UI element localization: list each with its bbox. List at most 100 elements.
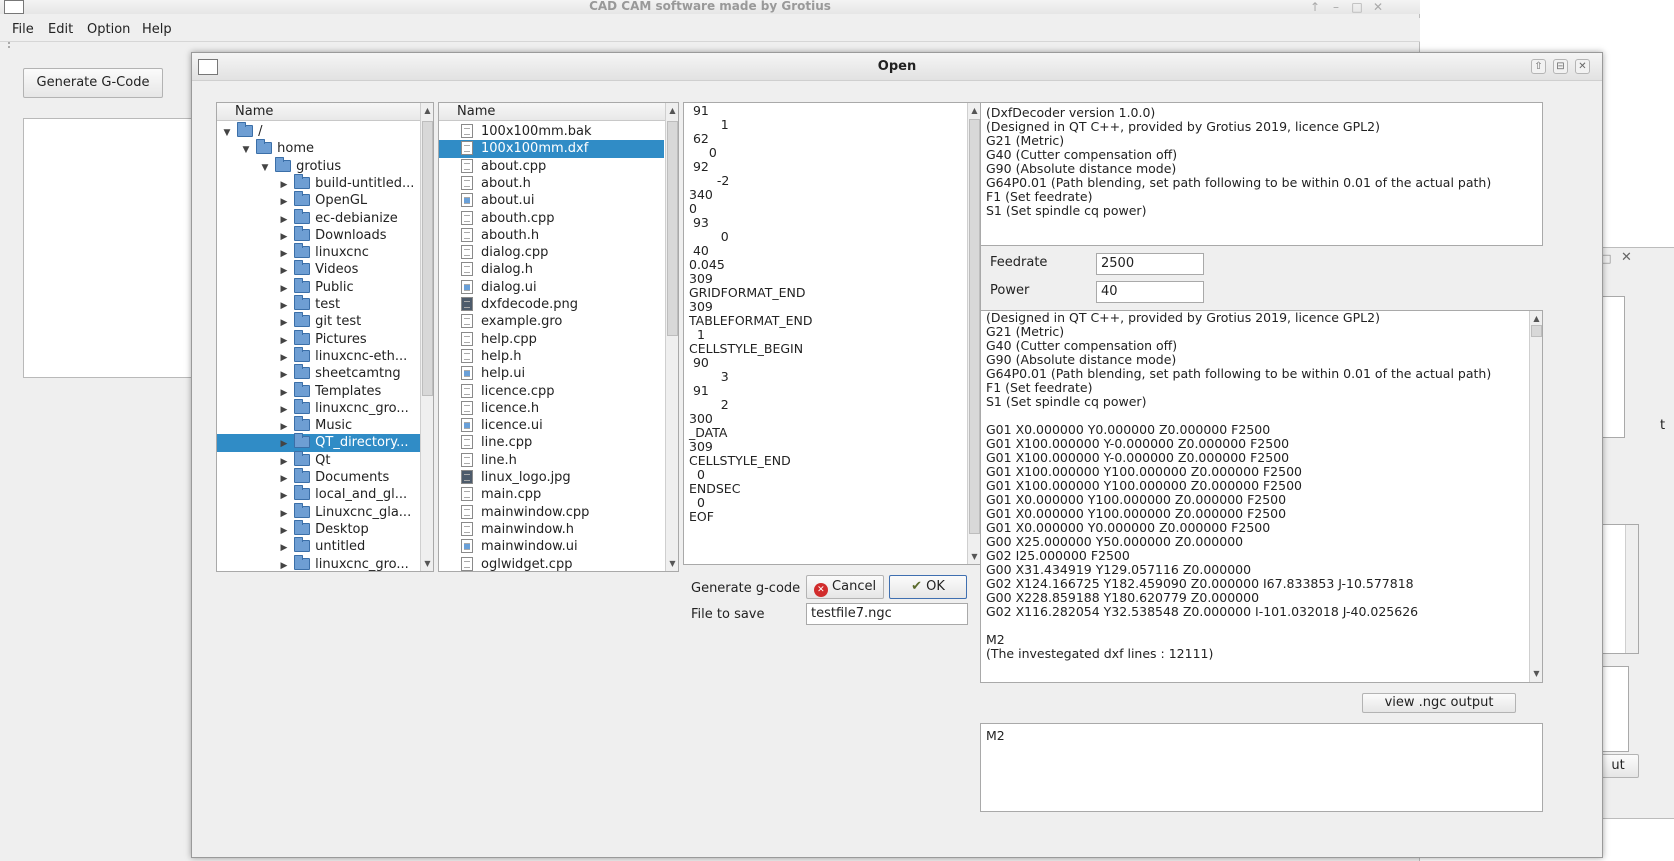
- collapsed-arrow-icon[interactable]: ▶: [278, 418, 290, 436]
- bg-close-icon[interactable]: ✕: [1621, 250, 1632, 265]
- file-item[interactable]: mainwindow.h: [439, 521, 664, 539]
- collapsed-arrow-icon[interactable]: ▶: [278, 505, 290, 523]
- file-list-scrollbar[interactable]: ▲ ▼: [665, 103, 678, 571]
- tree-item[interactable]: ▶ OpenGL: [217, 191, 420, 211]
- tree-item[interactable]: ▶ test: [217, 295, 420, 315]
- tree-item[interactable]: ▶ Templates: [217, 381, 420, 402]
- file-list-header[interactable]: Name: [439, 103, 666, 121]
- menu-help[interactable]: Help: [142, 22, 172, 37]
- tree-scrollbar[interactable]: ▲ ▼: [420, 103, 433, 571]
- tree-item[interactable]: ▼ home: [217, 139, 420, 159]
- scroll-down-icon[interactable]: ▼: [666, 558, 678, 570]
- file-item[interactable]: line.h: [439, 452, 664, 470]
- scroll-thumb[interactable]: [969, 119, 980, 534]
- collapsed-arrow-icon[interactable]: ▶: [278, 435, 290, 453]
- file-item[interactable]: dialog.ui: [439, 279, 664, 297]
- tree-item[interactable]: ▶ Videos: [217, 260, 420, 280]
- expanded-arrow-icon[interactable]: ▼: [221, 124, 233, 142]
- feedrate-input[interactable]: 2500: [1096, 253, 1204, 275]
- menu-option[interactable]: Option: [87, 22, 130, 37]
- file-item[interactable]: dialog.h: [439, 261, 664, 279]
- tree-item[interactable]: ▶ Music: [217, 416, 420, 436]
- file-item[interactable]: licence.cpp: [439, 383, 664, 401]
- tree-item[interactable]: ▶ local_and_gl...: [217, 485, 420, 505]
- scroll-thumb[interactable]: [667, 121, 678, 336]
- minimize-icon[interactable]: –: [1327, 0, 1345, 14]
- file-to-save-input[interactable]: testfile7.ngc: [806, 603, 968, 625]
- collapsed-arrow-icon[interactable]: ▶: [278, 470, 290, 488]
- file-item[interactable]: oglwidget.cpp: [439, 556, 664, 571]
- collapsed-arrow-icon[interactable]: ▶: [278, 262, 290, 280]
- dialog-maximize-icon[interactable]: ⊟: [1553, 59, 1568, 74]
- collapsed-arrow-icon[interactable]: ▶: [278, 349, 290, 367]
- dxf-scrollbar[interactable]: ▲ ▼: [967, 103, 980, 564]
- expanded-arrow-icon[interactable]: ▼: [240, 141, 252, 159]
- file-item[interactable]: 100x100mm.dxf: [439, 140, 664, 159]
- tree-item[interactable]: ▶ Downloads: [217, 225, 420, 245]
- file-item[interactable]: main.cpp: [439, 486, 664, 504]
- file-item[interactable]: about.h: [439, 175, 664, 193]
- dialog-close-icon[interactable]: ✕: [1575, 59, 1590, 74]
- tree-item[interactable]: ▶ git test: [217, 312, 420, 332]
- view-ngc-output-button[interactable]: view .ngc output: [1362, 693, 1516, 713]
- file-item[interactable]: linux_logo.jpg: [439, 469, 664, 487]
- file-item[interactable]: help.ui: [439, 365, 664, 383]
- cancel-button[interactable]: ✕ Cancel: [806, 575, 884, 599]
- tree-item[interactable]: ▶ Desktop: [217, 519, 420, 540]
- gcode-scrollbar[interactable]: ▲ ▼: [1529, 311, 1542, 682]
- file-item[interactable]: mainwindow.ui: [439, 538, 664, 556]
- file-item[interactable]: abouth.cpp: [439, 210, 664, 228]
- file-item[interactable]: licence.ui: [439, 417, 664, 435]
- collapsed-arrow-icon[interactable]: ▶: [278, 522, 290, 540]
- keep-above-icon[interactable]: ↑: [1306, 0, 1324, 14]
- collapsed-arrow-icon[interactable]: ▶: [278, 366, 290, 384]
- tree-item[interactable]: ▶ Documents: [217, 468, 420, 488]
- directory-tree[interactable]: Name ▼ / ▼ home ▼ grotius ▶ build-untitled.…: [216, 102, 434, 572]
- generate-gcode-button[interactable]: Generate G-Code: [23, 68, 163, 98]
- scroll-thumb[interactable]: [1531, 325, 1542, 337]
- collapsed-arrow-icon[interactable]: ▶: [278, 401, 290, 419]
- footer-text-view[interactable]: M2: [980, 723, 1543, 812]
- tree-item[interactable]: ▶ linuxcnc_gro...: [217, 398, 420, 419]
- collapsed-arrow-icon[interactable]: ▶: [278, 245, 290, 263]
- file-item[interactable]: help.cpp: [439, 331, 664, 349]
- scroll-down-icon[interactable]: ▼: [421, 558, 433, 570]
- scroll-up-icon[interactable]: ▲: [421, 105, 433, 117]
- tree-item[interactable]: ▶ ec-debianize: [217, 208, 420, 229]
- collapsed-arrow-icon[interactable]: ▶: [278, 487, 290, 505]
- tree-item[interactable]: ▶ linuxcnc_gro...: [217, 554, 420, 571]
- collapsed-arrow-icon[interactable]: ▶: [278, 539, 290, 557]
- file-item[interactable]: example.gro: [439, 313, 664, 331]
- file-item[interactable]: help.h: [439, 348, 664, 366]
- dialog-keep-above-icon[interactable]: ⇧: [1531, 59, 1546, 74]
- tree-item[interactable]: ▶ linuxcnc: [217, 243, 420, 263]
- collapsed-arrow-icon[interactable]: ▶: [278, 314, 290, 332]
- tree-item[interactable]: ▶ linuxcnc-eth...: [217, 346, 420, 367]
- collapsed-arrow-icon[interactable]: ▶: [278, 384, 290, 402]
- file-item[interactable]: licence.h: [439, 400, 664, 418]
- collapsed-arrow-icon[interactable]: ▶: [278, 297, 290, 315]
- collapsed-arrow-icon[interactable]: ▶: [278, 453, 290, 471]
- scroll-up-icon[interactable]: ▲: [1530, 313, 1542, 325]
- collapsed-arrow-icon[interactable]: ▶: [278, 193, 290, 211]
- tree-item[interactable]: ▶ untitled: [217, 537, 420, 557]
- collapsed-arrow-icon[interactable]: ▶: [278, 280, 290, 298]
- tree-item[interactable]: ▶ Public: [217, 277, 420, 298]
- file-item[interactable]: about.ui: [439, 192, 664, 210]
- power-input[interactable]: 40: [1096, 281, 1204, 303]
- scroll-down-icon[interactable]: ▼: [1530, 668, 1542, 680]
- close-icon[interactable]: ✕: [1369, 0, 1387, 14]
- dxf-text-view[interactable]: 91 1 62 0 92 -2 340 0 93 0 40 0.045 309 …: [683, 102, 981, 565]
- tree-item[interactable]: ▶ sheetcamtng: [217, 364, 420, 384]
- file-item[interactable]: 100x100mm.bak: [439, 123, 664, 141]
- scroll-thumb[interactable]: [422, 121, 433, 396]
- file-item[interactable]: dialog.cpp: [439, 244, 664, 262]
- tree-item[interactable]: ▼ grotius: [217, 156, 420, 177]
- collapsed-arrow-icon[interactable]: ▶: [278, 211, 290, 229]
- maximize-icon[interactable]: □: [1348, 0, 1366, 14]
- menu-edit[interactable]: Edit: [48, 22, 73, 37]
- scroll-up-icon[interactable]: ▲: [666, 105, 678, 117]
- collapsed-arrow-icon[interactable]: ▶: [278, 332, 290, 350]
- bg-button[interactable]: ut: [1597, 754, 1639, 778]
- expanded-arrow-icon[interactable]: ▼: [259, 159, 271, 177]
